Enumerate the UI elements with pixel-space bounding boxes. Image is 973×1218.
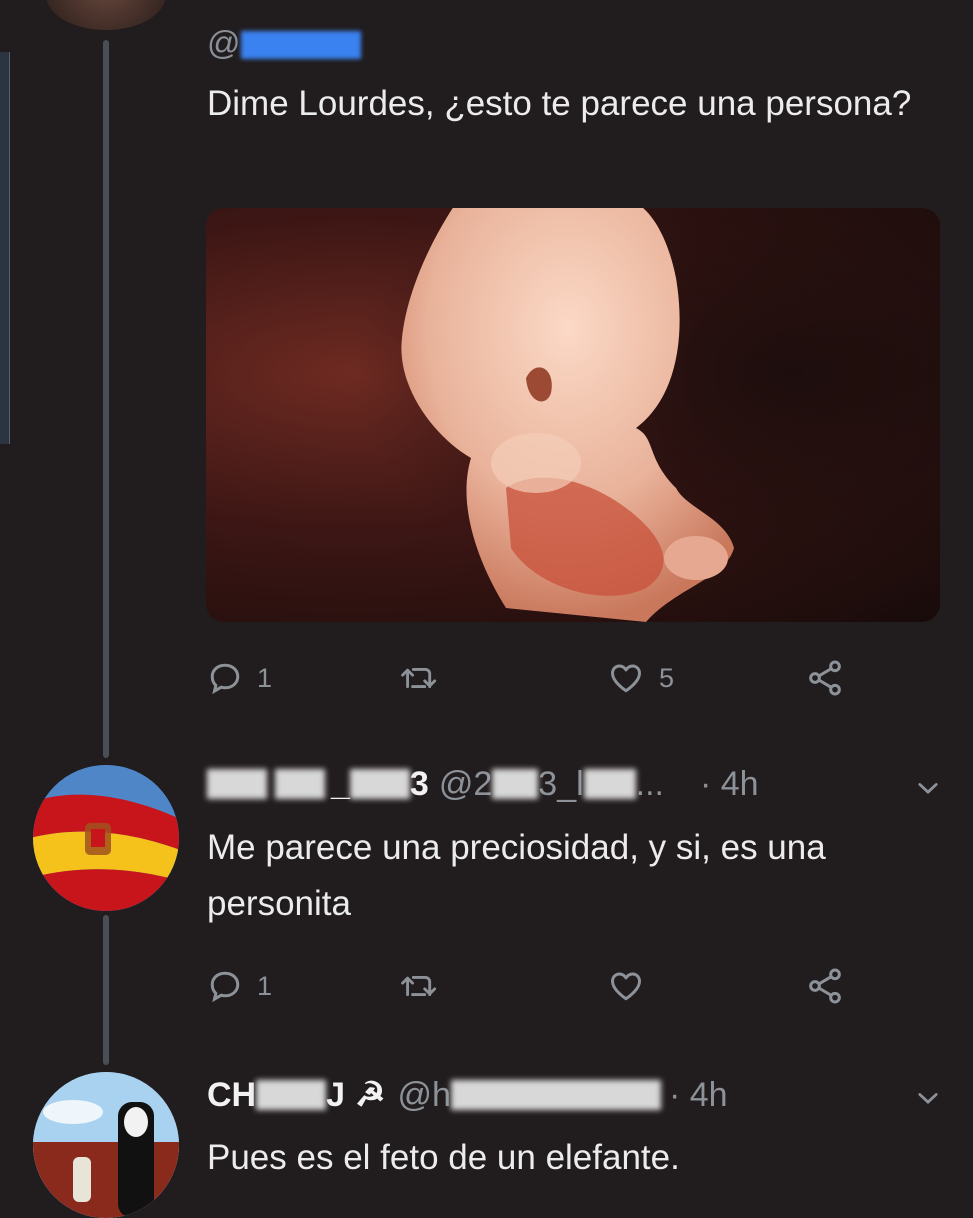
like-icon bbox=[611, 972, 641, 1001]
retweet-button[interactable] bbox=[399, 966, 453, 1006]
like-button[interactable] bbox=[607, 966, 659, 1006]
avatar[interactable] bbox=[33, 1072, 179, 1218]
side-scroll-edge bbox=[0, 52, 10, 444]
redacted-handle bbox=[583, 769, 636, 799]
thread-connector-line bbox=[103, 915, 109, 1065]
reply-icon bbox=[210, 663, 240, 695]
reply-count: 1 bbox=[257, 662, 273, 693]
retweet-button[interactable] bbox=[399, 658, 453, 698]
tweet-handle[interactable]: @2 bbox=[439, 765, 492, 804]
share-icon bbox=[809, 660, 841, 696]
chevron-down-icon[interactable] bbox=[914, 774, 942, 802]
like-count: 5 bbox=[659, 662, 675, 693]
avatar[interactable] bbox=[33, 765, 179, 911]
tweet-text: Dime Lourdes, ¿esto te parece una person… bbox=[207, 84, 912, 123]
display-name[interactable]: _ bbox=[331, 765, 350, 804]
hammer-sickle-icon: ☭ bbox=[355, 1076, 386, 1114]
handle-ellipsis: ... bbox=[635, 764, 664, 803]
redacted-handle bbox=[240, 31, 361, 60]
tweet-handle[interactable]: @ bbox=[207, 24, 361, 62]
display-name-end[interactable]: 3 bbox=[410, 765, 429, 804]
like-icon bbox=[611, 664, 641, 693]
redacted-name bbox=[207, 769, 267, 799]
tweet-text: Me parece una preciosidad, y si, es una … bbox=[207, 828, 826, 923]
redacted-handle bbox=[492, 769, 539, 799]
redacted-name bbox=[275, 769, 325, 799]
embryo-photo bbox=[206, 208, 940, 622]
tweet-image[interactable] bbox=[206, 208, 940, 622]
reply-count: 1 bbox=[257, 970, 273, 1001]
tweet-time[interactable]: · 4h bbox=[700, 765, 759, 804]
reply-button[interactable]: 1 bbox=[207, 658, 272, 698]
share-button[interactable] bbox=[805, 658, 845, 698]
display-name[interactable]: CH bbox=[207, 1076, 256, 1115]
tweet-text: Pues es el feto de un elefante. bbox=[207, 1138, 680, 1177]
retweet-icon bbox=[401, 976, 437, 996]
tweet-header: _ 3 @2 3_l ... · 4h bbox=[207, 762, 759, 806]
tweet-actions: 1 5 bbox=[207, 658, 867, 698]
avatar[interactable] bbox=[46, 0, 166, 30]
redacted-name bbox=[349, 769, 410, 799]
redacted-name bbox=[256, 1080, 327, 1110]
chevron-down-icon[interactable] bbox=[914, 1084, 942, 1112]
tweet-actions: 1 bbox=[207, 966, 867, 1006]
retweet-icon bbox=[401, 668, 437, 688]
display-name-mid[interactable]: J bbox=[326, 1076, 345, 1115]
share-icon bbox=[809, 968, 841, 1004]
share-button[interactable] bbox=[805, 966, 845, 1006]
redacted-handle bbox=[450, 1080, 661, 1110]
tweet-time[interactable]: · 4h bbox=[669, 1076, 728, 1115]
reply-button[interactable]: 1 bbox=[207, 966, 272, 1006]
reply-icon bbox=[210, 971, 240, 1003]
tweet-header: CH J ☭ @h · 4h bbox=[207, 1073, 728, 1117]
tweet-handle[interactable]: @h bbox=[398, 1076, 451, 1115]
tweet-handle-end[interactable]: 3_l bbox=[538, 765, 583, 804]
anime-avatar-image bbox=[33, 1072, 179, 1218]
like-button[interactable]: 5 bbox=[607, 658, 674, 698]
thread-connector-line bbox=[103, 40, 109, 758]
spain-flag-avatar-image bbox=[33, 765, 179, 911]
